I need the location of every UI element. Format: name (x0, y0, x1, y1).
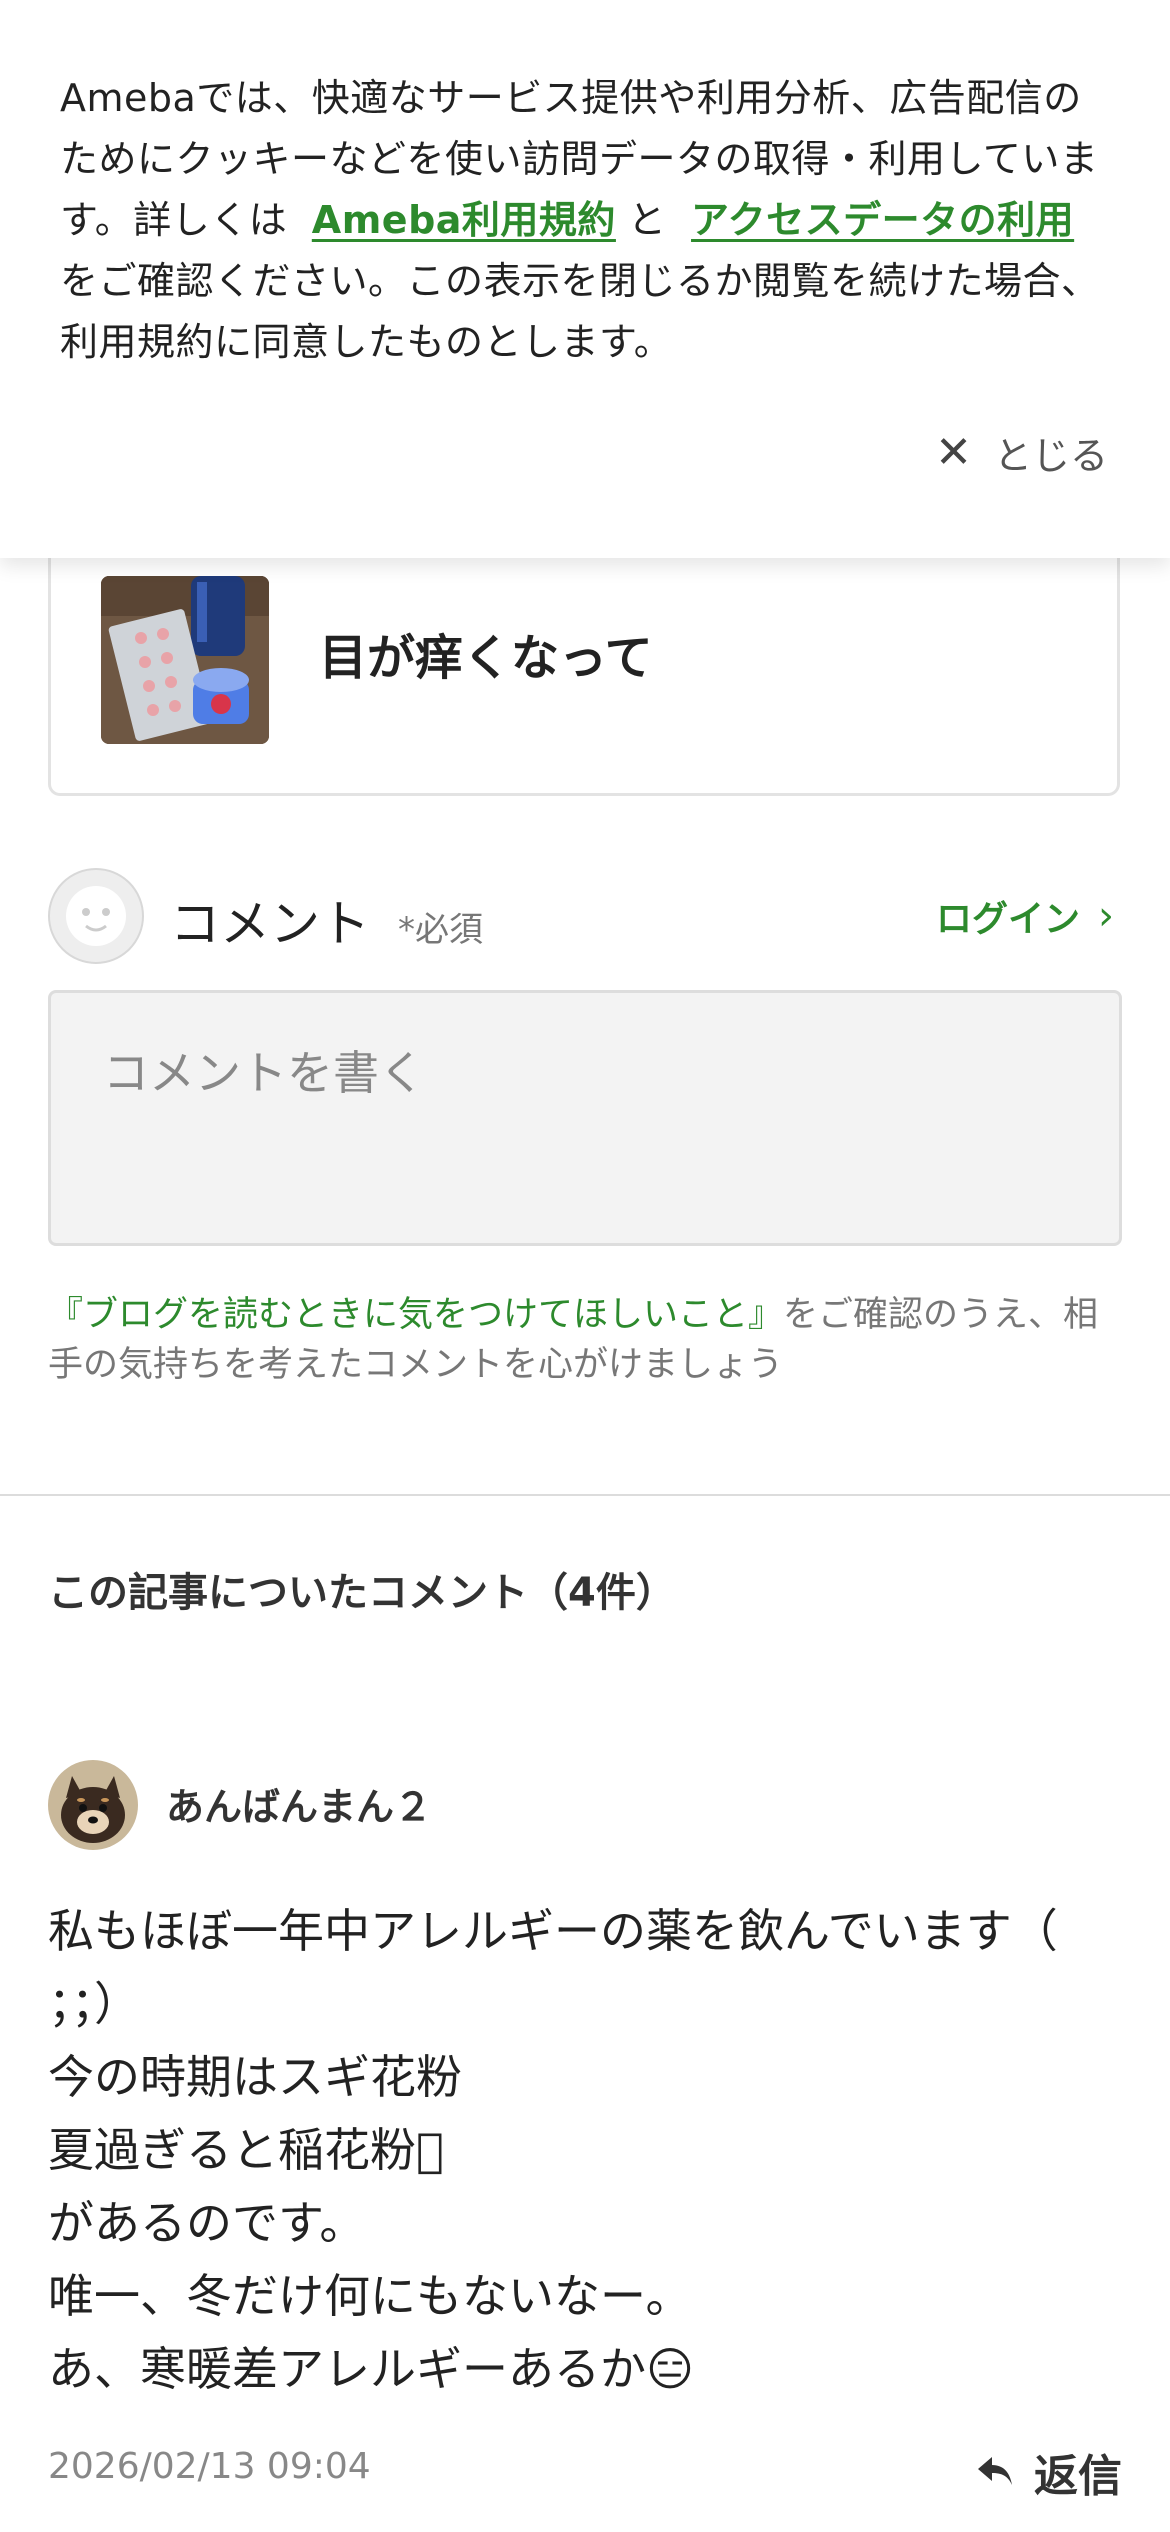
login-link[interactable]: ログイン › (936, 890, 1114, 942)
comment-line: 私もほぼ一年中アレルギーの薬を飲んでいます（ (48, 1904, 1058, 1958)
cookie-notice-text: Amebaでは、快適なサービス提供や利用分析、広告配信のためにクッキーなどを使い… (60, 68, 1110, 373)
commenter-avatar[interactable] (48, 1760, 138, 1850)
comment-line: があるのです。 (48, 2196, 366, 2250)
commenter-name[interactable]: あんばんまん２ (166, 1776, 432, 1831)
comment-guideline: 『ブログを読むときに気をつけてほしいこと』をご確認のうえ、相手の気持ちを考えたコ… (48, 1290, 1128, 1390)
cookie-banner: Amebaでは、快適なサービス提供や利用分析、広告配信のためにクッキーなどを使い… (0, 0, 1170, 558)
required-mark: *必須 (398, 910, 483, 950)
comments-heading: この記事についたコメント（4件） (48, 1570, 676, 1616)
comment-line: 今の時期はスギ花粉 (48, 2050, 462, 2104)
cookie-close-label: とじる (993, 434, 1108, 478)
comment-body: 私もほぼ一年中アレルギーの薬を飲んでいます（ ；；） 今の時期はスギ花粉 夏過ぎ… (48, 1895, 1128, 2406)
section-divider (0, 1494, 1170, 1496)
comment-textarea[interactable]: コメントを書く (48, 990, 1122, 1246)
guideline-link[interactable]: 『ブログを読むときに気をつけてほしいこと』 (48, 1295, 783, 1335)
comment-line: 唯一、冬だけ何にもないなー。 (48, 2269, 692, 2323)
comment-line: 夏過ぎると稲花粉󾬆 (48, 2123, 444, 2177)
comment-heading-label: コメント (170, 895, 370, 953)
reply-label: 返信 (1034, 2451, 1122, 2502)
close-icon: ✕ (935, 426, 972, 478)
login-label: ログイン (935, 899, 1080, 940)
cookie-close-button[interactable]: ✕ とじる (935, 425, 1108, 480)
comment-form-heading: コメント *必須 (170, 884, 483, 956)
face-icon (66, 886, 126, 946)
access-data-link[interactable]: アクセスデータの利用 (691, 198, 1074, 242)
default-avatar (48, 868, 144, 964)
reply-arrow-icon (978, 2457, 1012, 2485)
article-thumbnail (101, 576, 269, 744)
terms-link[interactable]: Ameba利用規約 (312, 198, 616, 242)
comment-timestamp: 2026/02/13 09:04 (48, 2446, 371, 2487)
cookie-conjunction: と (627, 198, 667, 242)
related-article-card[interactable]: 目が痒くなって (48, 520, 1120, 796)
comment-placeholder: コメントを書く (103, 1046, 425, 1100)
comment-line: ；；） (48, 1977, 140, 2031)
comment-line: あ、寒暖差アレルギーあるか😑 (48, 2342, 694, 2396)
chevron-right-icon: › (1098, 893, 1114, 939)
cookie-text-after: をご確認ください。この表示を閉じるか閲覧を続けた場合、利用規約に同意したものとし… (60, 259, 1100, 364)
reply-button[interactable]: 返信 (976, 2440, 1122, 2504)
article-title: 目が痒くなって (319, 630, 653, 686)
